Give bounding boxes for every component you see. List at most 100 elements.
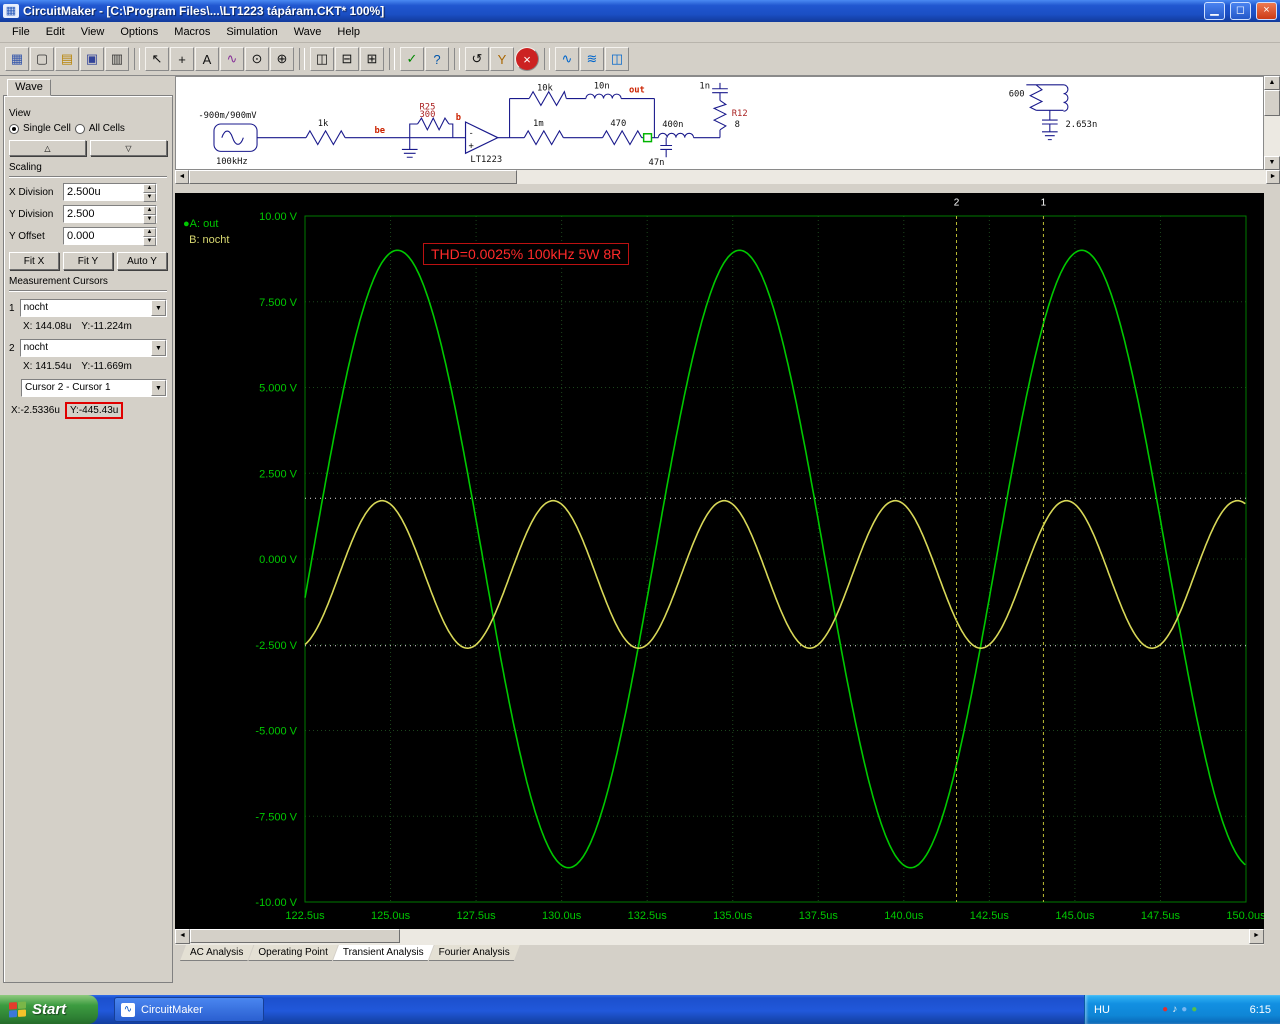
cursor-flag-label: 1 (1041, 198, 1047, 209)
opamp-plus: + (468, 141, 473, 151)
cursor1-signal-select[interactable]: nocht ▼ (19, 299, 167, 317)
select-arrow-icon[interactable]: ↖ (145, 47, 169, 71)
menu-item-wave[interactable]: Wave (286, 23, 330, 41)
menu-item-file[interactable]: File (4, 23, 38, 41)
probe-icon[interactable]: Y (490, 47, 514, 71)
help-icon[interactable]: ? (425, 47, 449, 71)
antivirus-tray-icon[interactable]: ● (1162, 1004, 1168, 1015)
simulation-check-icon[interactable]: ✓ (400, 47, 424, 71)
auto-y-button[interactable]: Auto Y (117, 252, 167, 270)
cursor-flag-label: 2 (954, 198, 960, 209)
all-cells-radio[interactable] (74, 123, 85, 134)
trace-nocht[interactable] (304, 499, 1246, 650)
schematic-canvas[interactable]: -900m/900mV 100kHz 1k be R25 300 b - + L… (175, 76, 1264, 170)
scroll-left-icon[interactable]: ◄ (175, 170, 189, 184)
fit-x-button[interactable]: Fit X (9, 252, 59, 270)
trace-out[interactable] (304, 249, 1246, 869)
waveform-plot[interactable]: 122.5us 125.0us 127.5us 130.0us 132.5us 135.0… (175, 193, 1264, 929)
selected-node-marker[interactable] (642, 133, 653, 143)
y-tick-label: 7.500 V (259, 297, 298, 309)
x-division-up-icon[interactable]: ▲ (143, 184, 156, 193)
y-offset-down-icon[interactable]: ▼ (143, 237, 156, 246)
y-division-input[interactable]: 2.500 ▲ ▼ (63, 205, 157, 224)
waveform-plot-area[interactable]: 122.5us 125.0us 127.5us 130.0us 132.5us 135.0… (175, 193, 1264, 929)
scroll-up-icon[interactable]: ▲ (1264, 76, 1280, 90)
move-down-button[interactable]: ▽ (90, 140, 167, 156)
schematic-horizontal-scrollbar[interactable]: ◄ ► (175, 170, 1280, 184)
wave-split-icon[interactable]: ◫ (605, 47, 629, 71)
wave-multi-icon[interactable]: ≋ (580, 47, 604, 71)
split-horizontal-icon[interactable]: ⊟ (335, 47, 359, 71)
menu-item-help[interactable]: Help (329, 23, 368, 41)
dropdown-arrow-icon[interactable]: ▼ (151, 300, 166, 316)
schematic-vertical-scrollbar[interactable]: ▲ ▼ (1264, 76, 1280, 170)
wire-tool-icon[interactable]: ∿ (220, 47, 244, 71)
fit-y-button[interactable]: Fit Y (63, 252, 113, 270)
stop-icon[interactable]: × (515, 47, 539, 71)
scroll-left-icon[interactable]: ◄ (175, 929, 190, 944)
add-part-icon[interactable]: + (170, 47, 194, 71)
feedback-resistor-label: 10k (537, 84, 554, 94)
minimize-button[interactable]: ▁ (1204, 2, 1225, 20)
scroll-right-icon[interactable]: ► (1266, 170, 1280, 184)
zoom-in-icon[interactable]: ⊕ (270, 47, 294, 71)
menu-item-edit[interactable]: Edit (38, 23, 73, 41)
node-out-label: out (629, 86, 645, 96)
dropdown-arrow-icon[interactable]: ▼ (151, 340, 166, 356)
y-offset-up-icon[interactable]: ▲ (143, 228, 156, 237)
split-vertical-icon[interactable]: ⊞ (360, 47, 384, 71)
print-icon[interactable]: ▥ (105, 47, 129, 71)
wave-single-icon[interactable]: ∿ (555, 47, 579, 71)
scroll-down-icon[interactable]: ▼ (1264, 156, 1280, 170)
waveform-horizontal-scrollbar[interactable]: ◄ ► (175, 929, 1264, 945)
menu-item-options[interactable]: Options (112, 23, 166, 41)
inductor-400n-label: 400n (662, 120, 683, 130)
circuitmaker-task-icon: ∿ (121, 1002, 135, 1017)
dropdown-arrow-icon[interactable]: ▼ (151, 380, 166, 396)
y-division-up-icon[interactable]: ▲ (143, 206, 156, 215)
undo-icon[interactable]: ↺ (465, 47, 489, 71)
new-file-icon[interactable]: ▢ (30, 47, 54, 71)
y-tick-label: -5.000 V (255, 726, 297, 738)
y-offset-input[interactable]: 0.000 ▲ ▼ (63, 227, 157, 246)
tab-operating-point[interactable]: Operating Point (248, 945, 338, 961)
open-file-icon[interactable]: ▤ (55, 47, 79, 71)
menu-item-simulation[interactable]: Simulation (218, 23, 285, 41)
menu-item-view[interactable]: View (73, 23, 113, 41)
scrollbar-thumb[interactable] (190, 929, 400, 943)
text-tool-icon[interactable]: A (195, 47, 219, 71)
close-button[interactable]: × (1256, 2, 1277, 20)
tab-fourier-analysis[interactable]: Fourier Analysis (429, 945, 520, 961)
restore-button[interactable]: ◻ (1230, 2, 1251, 20)
volume-icon[interactable]: ♪ (1172, 1004, 1177, 1015)
menu-item-macros[interactable]: Macros (166, 23, 218, 41)
find-page-icon[interactable]: ◫ (310, 47, 334, 71)
cursor2-signal-select[interactable]: nocht ▼ (19, 339, 167, 357)
single-cell-radio[interactable] (9, 123, 19, 134)
tray-icons: ● ♪ ● ● (1117, 1004, 1243, 1015)
scroll-right-icon[interactable]: ► (1249, 929, 1264, 944)
divider (9, 290, 167, 292)
move-up-button[interactable]: △ (9, 140, 86, 156)
scheduler-tray-icon[interactable]: ● (1191, 1004, 1197, 1015)
board-icon[interactable]: ▦ (5, 47, 29, 71)
tab-wave[interactable]: Wave (7, 79, 51, 96)
x-tick-label: 142.5us (970, 910, 1010, 922)
y-division-down-icon[interactable]: ▼ (143, 215, 156, 224)
x-division-down-icon[interactable]: ▼ (143, 193, 156, 202)
toolbar-separator (389, 48, 395, 70)
tab-ac-analysis[interactable]: AC Analysis (180, 945, 253, 961)
language-indicator[interactable]: HU (1094, 1004, 1110, 1016)
scrollbar-thumb[interactable] (189, 170, 517, 184)
cursor-diff-select[interactable]: Cursor 2 - Cursor 1 ▼ (21, 379, 167, 397)
save-icon[interactable]: ▣ (80, 47, 104, 71)
legend-entry-a: ●A: out (183, 218, 219, 230)
scrollbar-thumb[interactable] (1264, 90, 1280, 116)
tab-transient-analysis[interactable]: Transient Analysis (333, 945, 434, 961)
cursor1-index: 1 (9, 302, 15, 314)
x-division-input[interactable]: 2.500u ▲ ▼ (63, 183, 157, 202)
taskbar-app-circuitmaker[interactable]: ∿ CircuitMaker (114, 997, 264, 1022)
network-tray-icon[interactable]: ● (1181, 1004, 1187, 1015)
start-button[interactable]: Start (0, 995, 98, 1024)
zoom-tool-icon[interactable]: ⊙ (245, 47, 269, 71)
